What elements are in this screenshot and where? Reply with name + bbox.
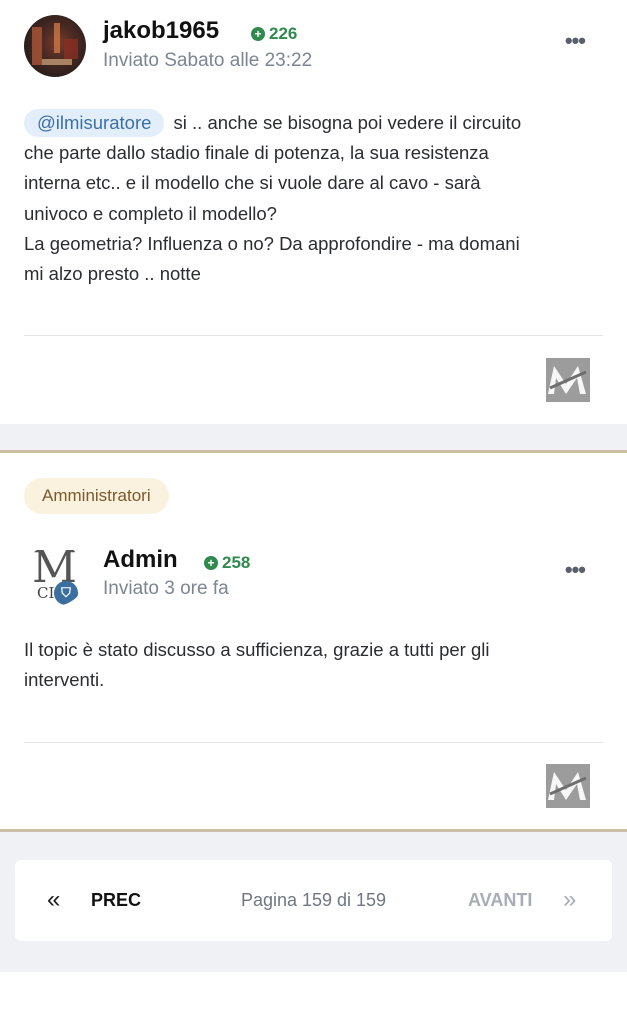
- signature-logo: [546, 358, 590, 402]
- plus-circle-icon: +: [204, 556, 218, 570]
- post-line: interventi.: [24, 669, 105, 691]
- next-page-button: AVANTI: [468, 890, 533, 910]
- post-gap: [0, 424, 627, 450]
- post-line: univoco e completo il modello?: [24, 202, 277, 224]
- more-dots-icon[interactable]: •••: [565, 30, 586, 52]
- pagination-bar: « PREC Pagina 159 di 159 AVANTI »: [15, 860, 612, 941]
- post-jakob1965: jakob1965 + 226 Inviato Sabato alle 23:2…: [0, 0, 627, 424]
- post-body: Il topic è stato discusso a sufficienza,…: [24, 635, 604, 695]
- admin-shield-icon: ⛉: [54, 581, 78, 605]
- signature-logo: [546, 764, 590, 808]
- more-dots-icon[interactable]: •••: [565, 559, 586, 581]
- reputation-badge: + 226: [251, 24, 297, 44]
- post-divider: [24, 742, 603, 743]
- reputation-badge: + 258: [204, 553, 250, 573]
- post-timestamp[interactable]: Inviato 3 ore fa: [103, 578, 229, 600]
- post-body: @ilmisuratore si .. anche se bisogna poi…: [24, 108, 604, 289]
- double-chevron-right-icon: »: [563, 886, 577, 913]
- plus-circle-icon: +: [251, 27, 265, 41]
- post-line: @ilmisuratore si .. anche se bisogna poi…: [24, 108, 604, 138]
- post-line: La geometria? Influenza o no? Da approfo…: [24, 232, 520, 254]
- reputation-count: 226: [269, 24, 298, 43]
- post-author[interactable]: jakob1965: [103, 17, 219, 45]
- post-line: interna etc.. e il modello che si vuole …: [24, 172, 481, 194]
- post-author[interactable]: Admin: [103, 546, 178, 574]
- reputation-count: 258: [222, 553, 251, 572]
- user-avatar[interactable]: [24, 15, 86, 77]
- post-line: mi alzo presto .. notte: [24, 263, 201, 285]
- page-bottom: [0, 972, 627, 1024]
- role-badge: Amministratori: [24, 478, 169, 514]
- user-mention[interactable]: @ilmisuratore: [24, 109, 165, 137]
- post-line: Il topic è stato discusso a sufficienza,…: [24, 639, 490, 660]
- post-line: che parte dallo stadio finale di potenza…: [24, 142, 489, 164]
- post-divider: [24, 335, 603, 336]
- post-timestamp[interactable]: Inviato Sabato alle 23:22: [103, 50, 312, 72]
- admin-avatar[interactable]: M CI ⛉: [24, 544, 86, 606]
- avatar-logo-text: CI: [37, 584, 55, 602]
